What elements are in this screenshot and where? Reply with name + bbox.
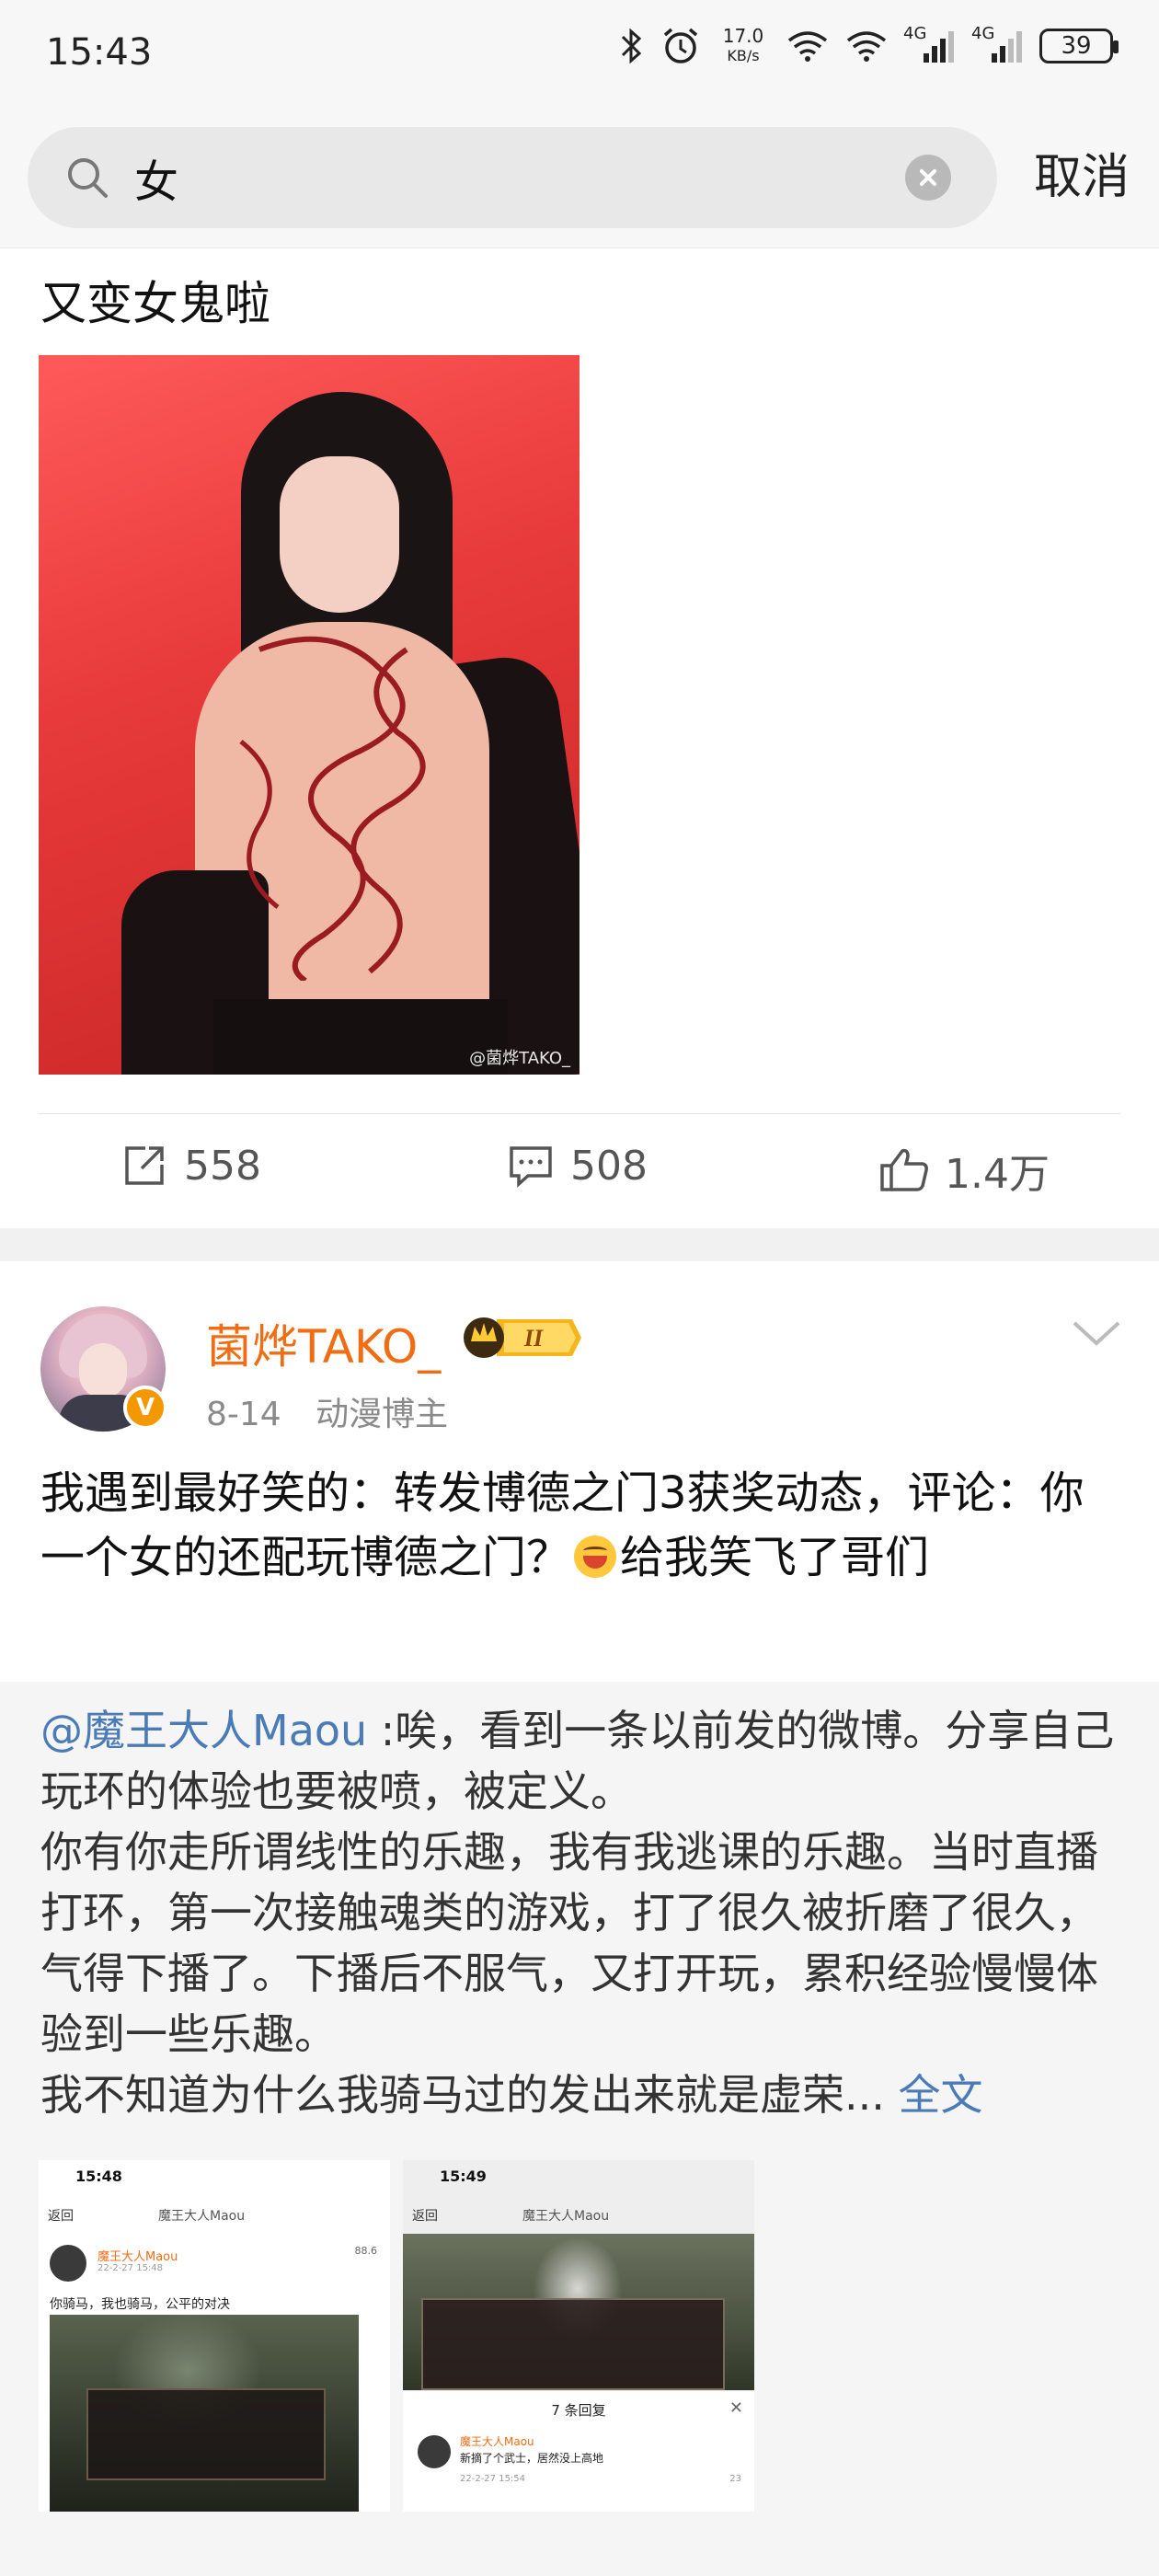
repost-body: :唉，看到一条以前发的微博。分享自己玩环的体验也要被喷，被定义。 你有你走所谓线… bbox=[40, 1706, 1115, 2120]
verified-icon: V bbox=[123, 1386, 167, 1430]
section-gap bbox=[0, 1228, 1159, 1261]
net-speed: 17.0 KB/s bbox=[716, 26, 771, 66]
repost-card[interactable]: @魔王大人Maou :唉，看到一条以前发的微博。分享自己玩环的体验也要被喷，被定… bbox=[0, 1682, 1159, 2576]
search-box[interactable] bbox=[28, 127, 997, 228]
search-input[interactable] bbox=[134, 145, 889, 210]
post-text-2[interactable]: 我遇到最好笑的：转发博德之门3获奖动态，评论：你一个女的还配玩博德之门？ 给我笑飞… bbox=[40, 1461, 1126, 1590]
wifi-icon-2 bbox=[846, 31, 887, 62]
repost-icon bbox=[125, 1146, 164, 1185]
thumb-text: 你骑马，我也骑马，公平的对决 bbox=[50, 2297, 230, 2312]
comment-button[interactable]: 508 bbox=[506, 1141, 648, 1190]
battery-icon: 39 bbox=[1039, 29, 1119, 63]
repost-text: @魔王大人Maou :唉，看到一条以前发的微博。分享自己玩环的体验也要被喷，被定… bbox=[40, 1700, 1126, 2125]
battery-level: 39 bbox=[1061, 32, 1092, 60]
like-count: 1.4万 bbox=[945, 1151, 1050, 1198]
status-time: 15:43 bbox=[46, 31, 153, 74]
mention-link[interactable]: @魔王大人Maou bbox=[40, 1706, 367, 1755]
post-meta: 8-14 动漫博主 bbox=[206, 1387, 472, 1435]
repost-thumbnail-1[interactable]: 15:48 返回 魔王大人Maou 魔王大人Maou 22-2-27 15:48… bbox=[39, 2160, 390, 2512]
repost-count: 558 bbox=[184, 1142, 261, 1190]
wifi-icon bbox=[787, 31, 828, 62]
image-shape bbox=[213, 999, 508, 1075]
popup-text: 新摘了个武士，居然没上高地 bbox=[460, 2452, 604, 2465]
post-text-part2: 给我笑飞了哥们 bbox=[620, 1532, 930, 1583]
popup-user: 魔王大人Maou bbox=[460, 2435, 534, 2448]
like-icon bbox=[880, 1148, 928, 1191]
popup-avatar bbox=[418, 2435, 451, 2468]
clear-icon[interactable] bbox=[905, 155, 951, 201]
signal-bars-icon-2 bbox=[992, 31, 1022, 63]
comment-count: 508 bbox=[570, 1142, 648, 1190]
search-icon bbox=[68, 158, 108, 198]
thumb-date: 22-2-27 15:48 bbox=[98, 2263, 164, 2273]
thumb-status-time: 15:49 bbox=[440, 2168, 487, 2185]
username[interactable]: 菌烨TAKO_ bbox=[206, 1310, 441, 1376]
post-actions: 558 508 1.4万 bbox=[0, 1113, 1159, 1224]
cancel-button[interactable]: 取消 bbox=[1034, 138, 1130, 207]
chevron-down-icon[interactable] bbox=[1071, 1317, 1122, 1349]
thumb-score: 88.6 bbox=[354, 2245, 378, 2257]
repost-thumbnail-2[interactable]: 15:49 返回 魔王大人Maou 7 条回复 ✕ 魔王大人Maou 新摘了个武… bbox=[403, 2160, 754, 2512]
repost-button[interactable]: 558 bbox=[120, 1141, 261, 1190]
signal-bars-icon bbox=[924, 31, 954, 63]
close-icon: ✕ bbox=[729, 2398, 743, 2418]
status-icons: 17.0 KB/s 4G 4G 39 bbox=[618, 24, 1119, 66]
laughing-emoji-icon bbox=[574, 1535, 617, 1578]
post-text[interactable]: 又变女鬼啦 bbox=[40, 267, 270, 333]
thumb-image-box bbox=[421, 2298, 725, 2390]
image-watermark: @菌烨TAKO_ bbox=[469, 1049, 570, 1068]
thumb-title: 魔王大人Maou bbox=[522, 2209, 610, 2224]
status-bar: 15:43 17.0 KB/s 4G 4G 39 bbox=[0, 0, 1159, 110]
post-tag: 动漫博主 bbox=[316, 1396, 449, 1433]
thumb-user: 魔王大人Maou bbox=[98, 2250, 178, 2264]
popup-title: 7 条回复 bbox=[551, 2402, 606, 2419]
signal-2: 4G bbox=[971, 24, 1025, 64]
alarm-icon bbox=[663, 28, 698, 63]
post-image[interactable]: @菌烨TAKO_ bbox=[39, 355, 580, 1075]
thumb-status-time: 15:48 bbox=[75, 2168, 122, 2185]
level-badge-icon: II bbox=[464, 1317, 581, 1358]
bluetooth-icon bbox=[621, 28, 642, 64]
image-shape bbox=[280, 456, 399, 613]
net-speed-unit: KB/s bbox=[727, 47, 760, 64]
post-date: 8-14 bbox=[206, 1396, 281, 1433]
thumb-image bbox=[50, 2315, 359, 2512]
image-pattern bbox=[239, 636, 426, 981]
avatar-shape bbox=[79, 1343, 127, 1398]
svg-text:II: II bbox=[523, 1325, 544, 1351]
signal-1: 4G bbox=[903, 24, 957, 64]
read-more-link[interactable]: 全文 bbox=[899, 2070, 983, 2120]
like-button[interactable]: 1.4万 bbox=[878, 1141, 1050, 1200]
reply-popup: 7 条回复 ✕ 魔王大人Maou 新摘了个武士，居然没上高地 22-2-27 1… bbox=[403, 2390, 754, 2512]
thumb-image-box bbox=[86, 2388, 326, 2480]
comment-icon bbox=[510, 1146, 552, 1188]
search-bar: 取消 bbox=[0, 110, 1159, 248]
net-speed-value: 17.0 bbox=[722, 25, 764, 47]
thumb-title: 魔王大人Maou bbox=[158, 2209, 246, 2224]
thumb-avatar bbox=[50, 2245, 86, 2282]
popup-date: 22-2-27 15:54 bbox=[460, 2474, 526, 2484]
popup-likes: 23 bbox=[729, 2474, 741, 2484]
